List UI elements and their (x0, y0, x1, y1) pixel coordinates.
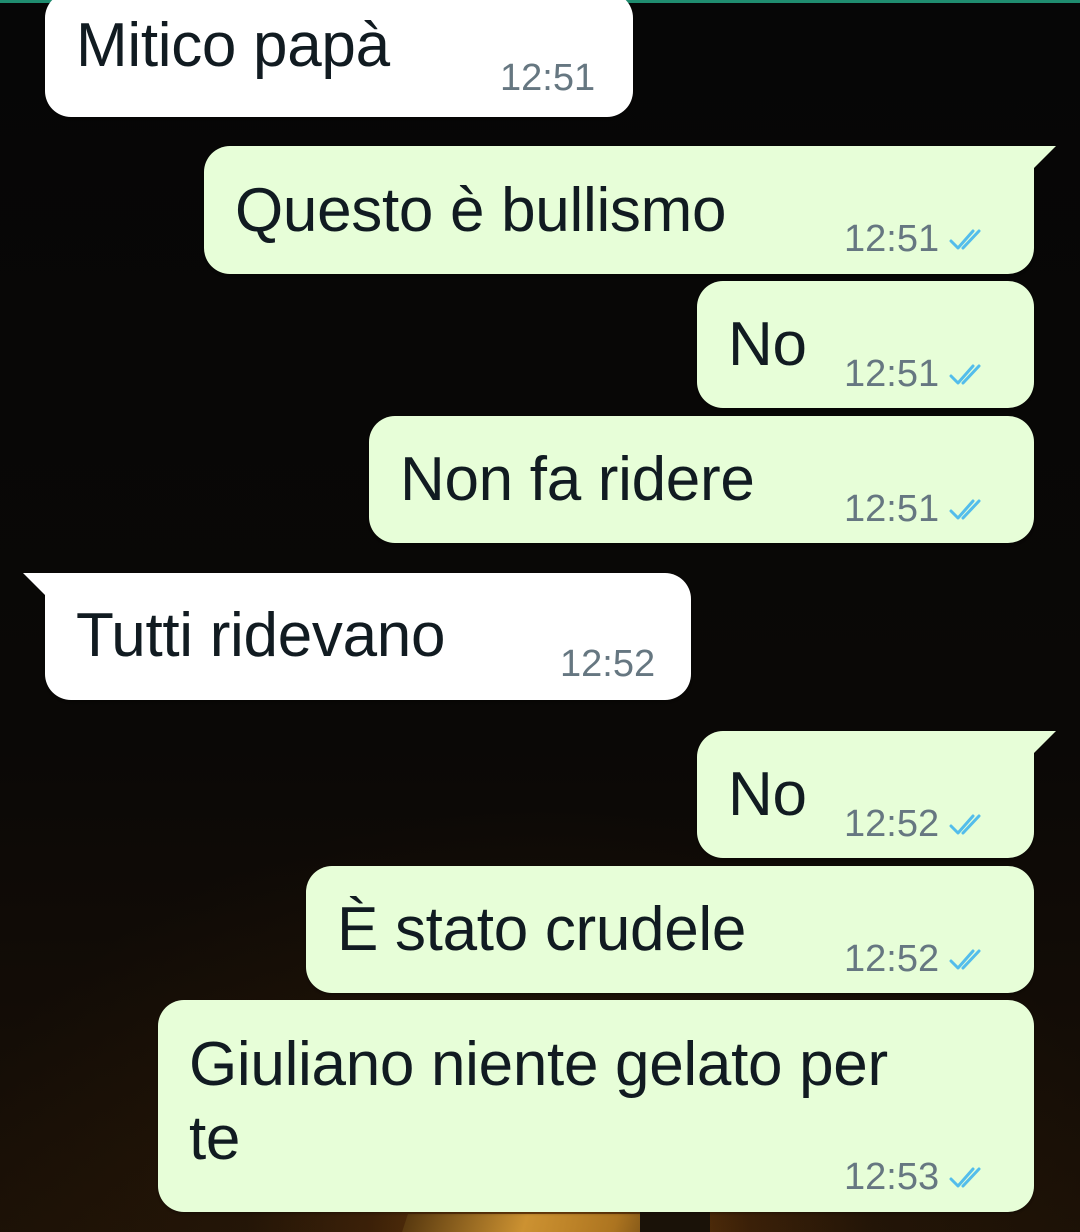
message-bubble-outgoing[interactable]: No 12:51 (697, 281, 1034, 408)
message-bubble-outgoing[interactable]: Giuliano niente gelato per te 12:53 (158, 1000, 1034, 1212)
bubble-tail (23, 573, 45, 595)
message-time: 12:52 (560, 643, 656, 685)
message-text: Non fa ridere (400, 445, 755, 514)
message-bubble-outgoing[interactable]: No 12:52 (697, 731, 1056, 858)
message-text: Questo è bullismo (235, 176, 727, 245)
message-meta: 12:51 (500, 57, 595, 100)
message-bubble-outgoing[interactable]: Non fa ridere 12:51 (369, 416, 1034, 543)
message-time: 12:51 (844, 488, 940, 530)
message-time: 12:53 (844, 1156, 940, 1198)
double-check-icon (949, 229, 981, 249)
message-bubble-outgoing[interactable]: Questo è bullismo 12:51 (204, 146, 1056, 274)
double-check-icon (949, 499, 981, 519)
message-text: Giuliano niente gelato per te (189, 1030, 888, 1173)
double-check-icon (949, 814, 981, 834)
message-text: Tutti ridevano (76, 601, 446, 670)
message-meta: 12:53 (844, 1156, 989, 1199)
message-text: No (728, 310, 807, 379)
message-meta: 12:52 (560, 643, 655, 686)
message-time: 12:52 (844, 803, 940, 845)
message-meta: 12:51 (844, 218, 989, 261)
message-meta: 12:51 (844, 488, 989, 531)
bubble-tail (1034, 731, 1056, 753)
message-time: 12:51 (500, 57, 596, 99)
message-text: Mitico papà (76, 11, 390, 80)
message-meta: 12:52 (844, 938, 989, 981)
message-time: 12:51 (844, 353, 940, 395)
message-time: 12:51 (844, 218, 940, 260)
message-bubble-incoming[interactable]: Mitico papà 12:51 (45, 0, 633, 117)
message-bubble-outgoing[interactable]: È stato crudele 12:52 (306, 866, 1034, 993)
message-bubble-incoming[interactable]: Tutti ridevano 12:52 (23, 573, 691, 700)
message-text: È stato crudele (337, 895, 747, 964)
wallpaper-decoration-shadow (640, 1212, 710, 1232)
double-check-icon (949, 364, 981, 384)
bubble-tail (1034, 146, 1056, 168)
message-meta: 12:51 (844, 353, 989, 396)
message-text: No (728, 760, 807, 829)
double-check-icon (949, 949, 981, 969)
message-time: 12:52 (844, 938, 940, 980)
double-check-icon (949, 1167, 981, 1187)
message-meta: 12:52 (844, 803, 989, 846)
